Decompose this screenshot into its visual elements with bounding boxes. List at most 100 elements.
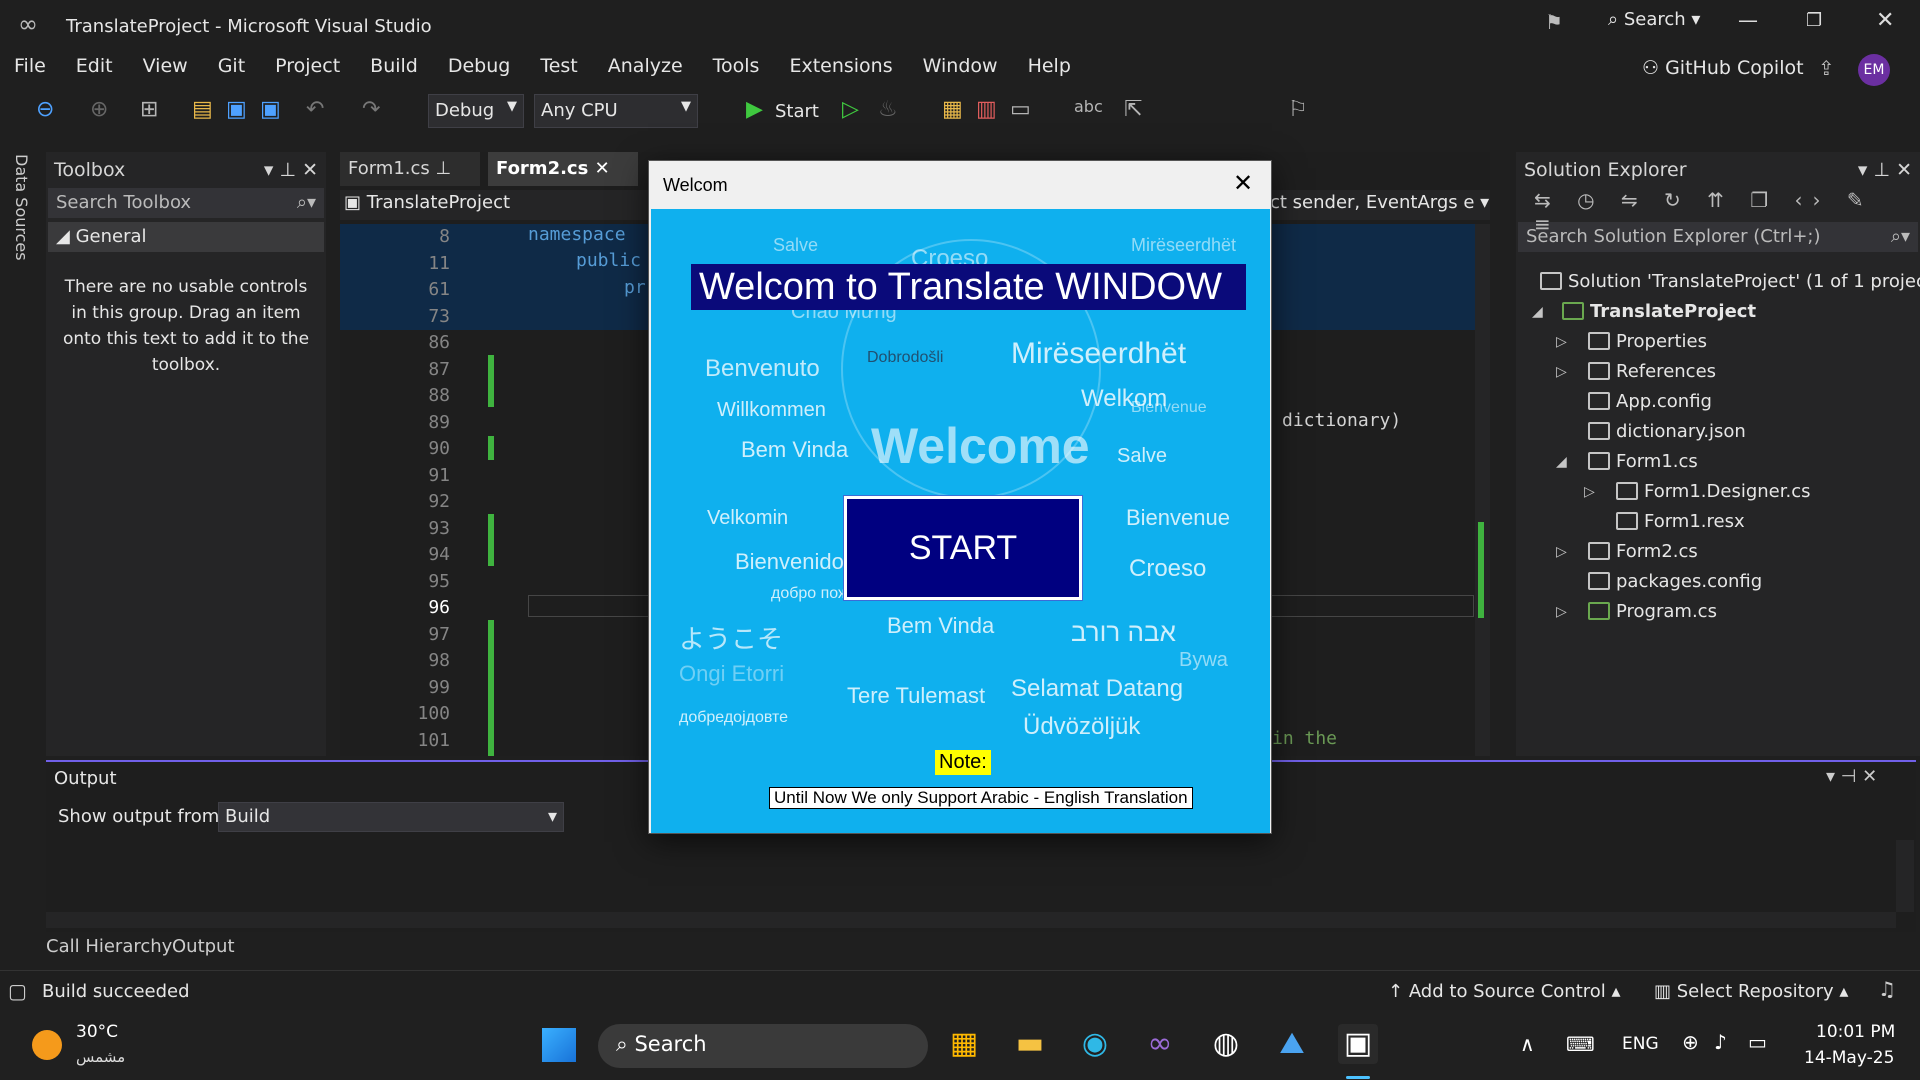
- layout-icon[interactable]: ▭: [1010, 97, 1031, 122]
- close-window-button[interactable]: ✕: [1876, 8, 1894, 33]
- panel-controls[interactable]: ▾ ⊥ ✕: [1858, 159, 1912, 181]
- tree-form2[interactable]: Form2.cs: [1588, 538, 1698, 566]
- edge-icon[interactable]: ◉: [1075, 1024, 1115, 1064]
- menu-file[interactable]: File: [14, 55, 46, 77]
- network-icon[interactable]: ⊕: [1682, 1030, 1699, 1054]
- start-button[interactable]: START: [844, 496, 1082, 600]
- feedback-icon[interactable]: ⚑: [1545, 10, 1563, 34]
- forward-icon[interactable]: ⊕: [90, 97, 108, 122]
- tab-form1[interactable]: Form1.cs ⊥: [340, 152, 480, 186]
- store-icon[interactable]: ▦: [944, 1024, 984, 1064]
- collapse-icon[interactable]: ▷: [1556, 364, 1567, 380]
- play-icon[interactable]: ▶: [746, 97, 763, 122]
- menu-tools[interactable]: Tools: [713, 55, 760, 77]
- menu-project[interactable]: Project: [275, 55, 340, 77]
- tree-app-config[interactable]: App.config: [1588, 388, 1712, 416]
- redo-icon[interactable]: ↷: [362, 97, 380, 122]
- menu-build[interactable]: Build: [370, 55, 418, 77]
- global-search[interactable]: ⌕ Search ▾: [1608, 9, 1700, 30]
- tree-form1-designer[interactable]: Form1.Designer.cs: [1616, 478, 1810, 506]
- tree-packages-config[interactable]: packages.config: [1588, 568, 1762, 596]
- menu-help[interactable]: Help: [1028, 55, 1071, 77]
- tree-dictionary-json[interactable]: dictionary.json: [1588, 418, 1746, 446]
- tree-project[interactable]: TranslateProject: [1562, 298, 1756, 326]
- tab-form2[interactable]: Form2.cs ✕: [488, 152, 638, 186]
- menu-debug[interactable]: Debug: [448, 55, 510, 77]
- github-icon[interactable]: ◍: [1206, 1024, 1246, 1064]
- share-icon[interactable]: ⇪: [1818, 56, 1835, 80]
- language-indicator[interactable]: ENG: [1622, 1034, 1659, 1054]
- save-icon[interactable]: ▣: [226, 97, 247, 122]
- undo-icon[interactable]: ↶: [306, 97, 324, 122]
- tab-output[interactable]: Output: [172, 936, 235, 957]
- tree-solution[interactable]: Solution 'TranslateProject' (1 of 1 proj…: [1540, 268, 1920, 296]
- clock-time[interactable]: 10:01 PM: [1816, 1022, 1895, 1042]
- copilot-button[interactable]: ⚇ GitHub Copilot: [1642, 57, 1804, 79]
- menu-test[interactable]: Test: [540, 55, 577, 77]
- tab-call-hierarchy[interactable]: Call Hierarchy: [46, 936, 172, 957]
- pointer-icon[interactable]: ⇱: [1124, 97, 1142, 122]
- menu-analyze[interactable]: Analyze: [608, 55, 683, 77]
- solution-search[interactable]: Search Solution Explorer (Ctrl+;) ⌕▾: [1518, 222, 1918, 252]
- expand-icon[interactable]: ◢: [1556, 454, 1567, 470]
- menu-git[interactable]: Git: [218, 55, 245, 77]
- minimize-button[interactable]: —: [1738, 8, 1758, 32]
- file-explorer-icon[interactable]: ▬: [1010, 1024, 1050, 1064]
- battery-icon[interactable]: ▭: [1748, 1030, 1767, 1054]
- toolbox-icon[interactable]: ▦: [942, 97, 963, 122]
- expand-icon[interactable]: ◢: [1532, 304, 1543, 320]
- add-to-source-control[interactable]: ↑ Add to Source Control ▴: [1388, 981, 1621, 1002]
- avatar[interactable]: EM: [1858, 54, 1890, 86]
- run-without-debug-icon[interactable]: ▷: [842, 97, 859, 122]
- dialog-close-button[interactable]: ✕: [1233, 169, 1253, 197]
- tree-references[interactable]: References: [1588, 358, 1716, 386]
- toolbox-search[interactable]: Search Toolbox ⌕▾: [48, 188, 324, 218]
- collapse-icon[interactable]: ▷: [1584, 484, 1595, 500]
- toolbox-controls[interactable]: ▾ ⊥ ✕: [264, 159, 318, 181]
- nav-project-dropdown[interactable]: ▣ TranslateProject: [344, 192, 510, 213]
- start-debug-label[interactable]: Start: [775, 101, 819, 122]
- tree-properties[interactable]: Properties: [1588, 328, 1707, 356]
- back-icon[interactable]: ⊖: [36, 97, 54, 122]
- output-source-select[interactable]: Build ▾: [218, 802, 564, 832]
- tree-form1[interactable]: Form1.cs: [1588, 448, 1698, 476]
- config-select[interactable]: Debug ▼: [428, 94, 524, 128]
- menu-extensions[interactable]: Extensions: [789, 55, 892, 77]
- new-item-icon[interactable]: ⊞: [140, 97, 158, 122]
- platform-select[interactable]: Any CPU ▼: [534, 94, 698, 128]
- save-all-icon[interactable]: ▣: [260, 97, 281, 122]
- windows-start-icon[interactable]: [542, 1028, 576, 1062]
- tree-form1-resx[interactable]: Form1.resx: [1616, 508, 1745, 536]
- app-window-icon[interactable]: ▣: [1338, 1024, 1378, 1064]
- output-vertical-scrollbar[interactable]: [1896, 840, 1914, 912]
- toolbox-group-general[interactable]: ◢ General: [48, 222, 324, 252]
- output-panel-controls[interactable]: ▾ ⊣ ✕: [1826, 766, 1877, 787]
- vertical-scrollbar[interactable]: [1475, 224, 1490, 756]
- collapse-icon[interactable]: ▷: [1556, 604, 1567, 620]
- open-folder-icon[interactable]: ▤: [192, 97, 213, 122]
- weather-icon[interactable]: [32, 1030, 62, 1060]
- output-horizontal-scrollbar[interactable]: [46, 912, 1896, 928]
- collapse-icon[interactable]: ▷: [1556, 544, 1567, 560]
- briefcase-icon[interactable]: ▥: [976, 97, 997, 122]
- hot-reload-icon[interactable]: ♨: [878, 97, 898, 122]
- menu-view[interactable]: View: [143, 55, 188, 77]
- photos-icon[interactable]: ⛰: [1272, 1024, 1312, 1064]
- tree-program[interactable]: Program.cs: [1588, 598, 1717, 626]
- taskbar-search[interactable]: ⌕ Search: [598, 1024, 928, 1068]
- clock-date[interactable]: 14-May-25: [1804, 1048, 1894, 1068]
- keyboard-icon[interactable]: ⌨: [1566, 1032, 1595, 1056]
- bookmark-icon[interactable]: ⚐: [1288, 97, 1308, 122]
- spellcheck-icon[interactable]: abc: [1074, 97, 1103, 116]
- select-repository[interactable]: ▥ Select Repository ▴: [1654, 981, 1848, 1002]
- visual-studio-icon[interactable]: ∞: [1140, 1024, 1180, 1064]
- collapse-icon[interactable]: ▷: [1556, 334, 1567, 350]
- menu-edit[interactable]: Edit: [76, 55, 113, 77]
- chevron-up-icon[interactable]: ∧: [1520, 1032, 1535, 1056]
- data-sources-tab[interactable]: Data Sources: [12, 154, 31, 261]
- maximize-button[interactable]: ❐: [1806, 10, 1822, 31]
- menu-window[interactable]: Window: [923, 55, 998, 77]
- nav-member-dropdown[interactable]: ct sender, EventArgs e ▾: [1270, 192, 1489, 213]
- notification-icon[interactable]: ♫: [1878, 977, 1896, 1001]
- volume-icon[interactable]: ♪: [1714, 1030, 1727, 1054]
